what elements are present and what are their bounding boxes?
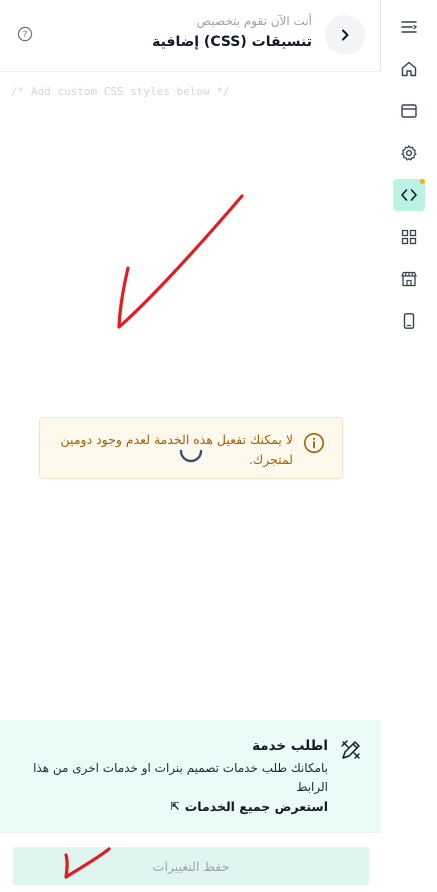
- right-sidebar: [382, 0, 437, 892]
- grid-icon: [401, 229, 417, 245]
- editor-placeholder: /* Add custom CSS styles below */: [11, 85, 230, 98]
- app-root: ? أنت الآن تقوم بتخصيص تنسيقات (CSS) إضا…: [0, 0, 437, 892]
- sidebar-item-custom-css[interactable]: [393, 179, 425, 211]
- external-link-icon: ⇱: [170, 800, 180, 813]
- code-icon: [401, 189, 417, 201]
- store-icon: [401, 271, 417, 287]
- service-title: اطلب خدمة: [252, 738, 328, 754]
- loading-spinner-icon: [179, 449, 203, 463]
- sidebar-item-menu[interactable]: [393, 11, 425, 43]
- menu-lines-icon: [401, 21, 418, 33]
- sidebar-item-components[interactable]: [393, 221, 425, 253]
- sidebar-item-pages[interactable]: [393, 95, 425, 127]
- gear-icon: [401, 145, 417, 161]
- css-code-editor[interactable]: /* Add custom CSS styles below */: [0, 72, 381, 720]
- service-description: بامكانك طلب خدمات تصميم بنرات او خدمات ا…: [33, 761, 328, 794]
- browser-window-icon: [401, 104, 417, 118]
- info-icon: [304, 433, 324, 453]
- chevron-right-icon: [342, 29, 349, 41]
- browse-services-label: استعرض جميع الخدمات: [184, 799, 328, 814]
- design-tools-icon: [341, 740, 360, 759]
- panel-header: ? أنت الآن تقوم بتخصيص تنسيقات (CSS) إضا…: [0, 0, 381, 72]
- request-service-section: اطلب خدمة بامكانك طلب خدمات تصميم بنرات …: [0, 720, 381, 832]
- home-icon: [401, 61, 417, 77]
- sidebar-item-store[interactable]: [393, 263, 425, 295]
- sidebar-item-mobile[interactable]: [393, 305, 425, 337]
- svg-text:?: ?: [23, 30, 28, 40]
- panel-footer: حفظ التغييرات: [0, 832, 381, 892]
- page-title: تنسيقات (CSS) إضافية: [152, 34, 312, 50]
- help-icon[interactable]: ?: [17, 26, 33, 42]
- notification-dot: [420, 179, 425, 184]
- browse-services-link[interactable]: استعرض جميع الخدمات ⇱: [171, 799, 328, 814]
- save-changes-button[interactable]: حفظ التغييرات: [13, 847, 369, 885]
- notice-text: لا يمكنك تفعيل هذه الخدمة لعدم وجود دومي…: [60, 432, 293, 467]
- customization-panel: ? أنت الآن تقوم بتخصيص تنسيقات (CSS) إضا…: [0, 0, 381, 892]
- back-button[interactable]: [325, 15, 365, 55]
- header-subtitle: أنت الآن تقوم بتخصيص: [196, 14, 312, 28]
- sidebar-item-home[interactable]: [393, 53, 425, 85]
- mobile-icon: [403, 313, 415, 329]
- sidebar-item-settings[interactable]: [393, 137, 425, 169]
